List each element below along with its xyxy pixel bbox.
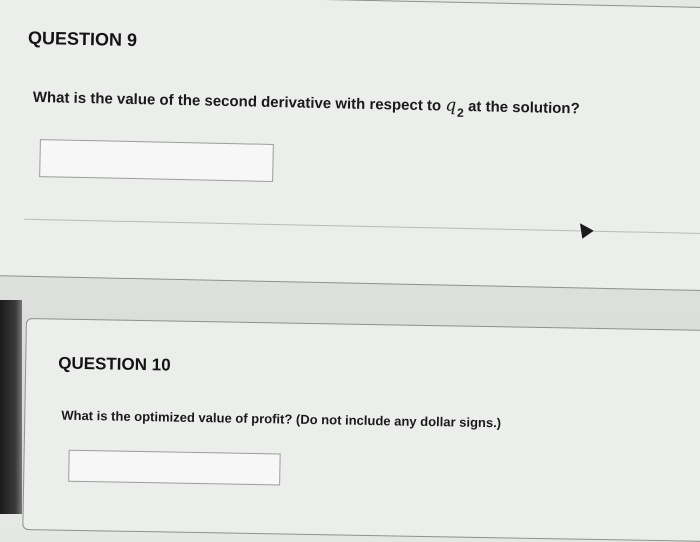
question-9-answer-input[interactable] xyxy=(39,139,274,182)
question-10-text: What is the optimized value of profit? (… xyxy=(61,407,502,431)
question-9-text: What is the value of the second derivati… xyxy=(32,87,580,120)
variable-subscript: 2 xyxy=(456,105,464,120)
divider xyxy=(24,218,700,235)
question-9-card: QUESTION 9 What is the value of the seco… xyxy=(0,0,700,292)
question-10-card: QUESTION 10 What is the optimized value … xyxy=(22,318,700,542)
question-9-text-before: What is the value of the second derivati… xyxy=(32,88,442,115)
variable-q: q xyxy=(445,95,457,116)
background-edge xyxy=(0,300,22,514)
question-10-title: QUESTION 10 xyxy=(58,353,171,375)
question-10-answer-input[interactable] xyxy=(68,449,281,486)
question-9-title: QUESTION 9 xyxy=(27,27,138,51)
question-9-text-after: at the solution? xyxy=(467,98,580,118)
